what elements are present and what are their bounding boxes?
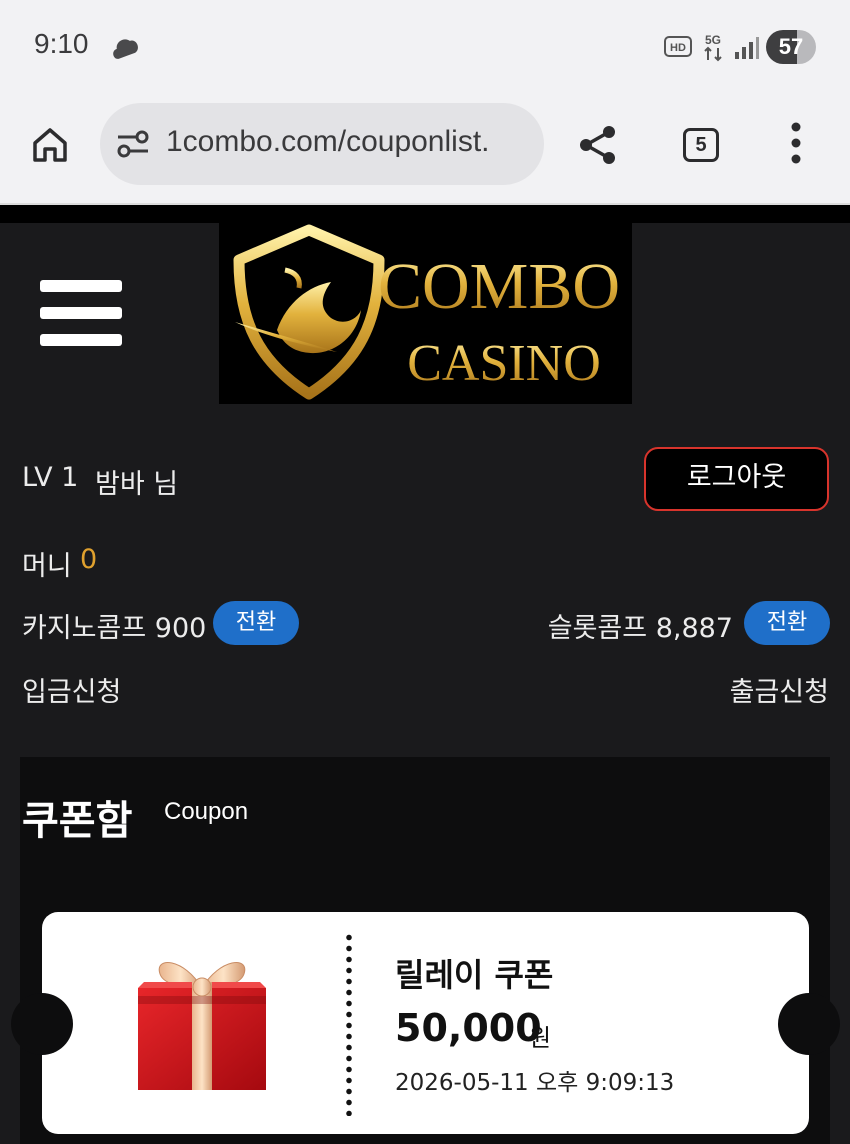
slot-comp-label: 슬롯콤프 8,887 — [547, 613, 733, 644]
coupon-notch-right — [778, 993, 840, 1055]
home-icon[interactable] — [30, 125, 70, 165]
site-settings-icon[interactable] — [116, 129, 150, 163]
coupon-date: 2026-05-11 오후 9:09:13 — [395, 1070, 675, 1096]
battery-icon: 57 — [766, 30, 816, 64]
status-bar: 9:10 HD 5G 57 — [0, 0, 850, 95]
svg-text:HD: HD — [670, 42, 686, 54]
logo-text-casino: CASINO — [407, 335, 601, 392]
user-level: LV 1 — [22, 462, 79, 493]
logo-text-combo: COMBO — [378, 250, 620, 323]
coupon-name: 릴레이 쿠폰 — [395, 956, 554, 994]
coupon-amount-unit: 원 — [529, 1024, 552, 1052]
address-bar[interactable]: 1combo.com/couponlist. — [100, 103, 544, 185]
status-time: 9:10 — [34, 28, 89, 59]
more-vert-icon[interactable] — [790, 121, 802, 169]
browser-toolbar: 1combo.com/couponlist. 5 — [0, 95, 850, 205]
coupon-perforation — [346, 932, 352, 1116]
gift-box-icon — [132, 950, 272, 1100]
user-name: 밤바 님 — [95, 469, 179, 500]
share-icon[interactable] — [578, 125, 618, 169]
casino-comp-convert-button[interactable]: 전환 — [213, 601, 299, 645]
url-text: 1combo.com/couponlist. — [166, 125, 490, 158]
signal-icon — [734, 36, 760, 64]
5g-icon: 5G — [700, 32, 726, 68]
coupon-box-subtitle: Coupon — [164, 798, 249, 825]
hamburger-icon[interactable] — [40, 280, 122, 350]
deposit-link[interactable]: 입금신청 — [22, 670, 121, 709]
shield-icon — [233, 224, 385, 400]
svg-text:5G: 5G — [705, 33, 721, 47]
tabs-icon[interactable]: 5 — [683, 128, 719, 162]
coupon-notch-left — [11, 993, 73, 1055]
money-value: 0 — [80, 544, 98, 575]
coupon-box-title: 쿠폰함 — [22, 798, 133, 844]
slot-comp-convert-button[interactable]: 전환 — [744, 601, 830, 645]
combo-casino-logo[interactable]: COMBO CASINO — [219, 222, 632, 404]
site-header-strip — [0, 205, 850, 223]
money-label: 머니 — [22, 551, 72, 582]
casino-comp-label: 카지노콤프 900 — [22, 613, 207, 644]
hd-voice-icon: HD — [664, 36, 692, 64]
coupon-amount: 50,000 — [395, 1006, 542, 1050]
withdraw-link[interactable]: 출금신청 — [730, 670, 829, 709]
logout-button[interactable]: 로그아웃 — [644, 447, 829, 511]
cloud-icon — [108, 34, 142, 66]
